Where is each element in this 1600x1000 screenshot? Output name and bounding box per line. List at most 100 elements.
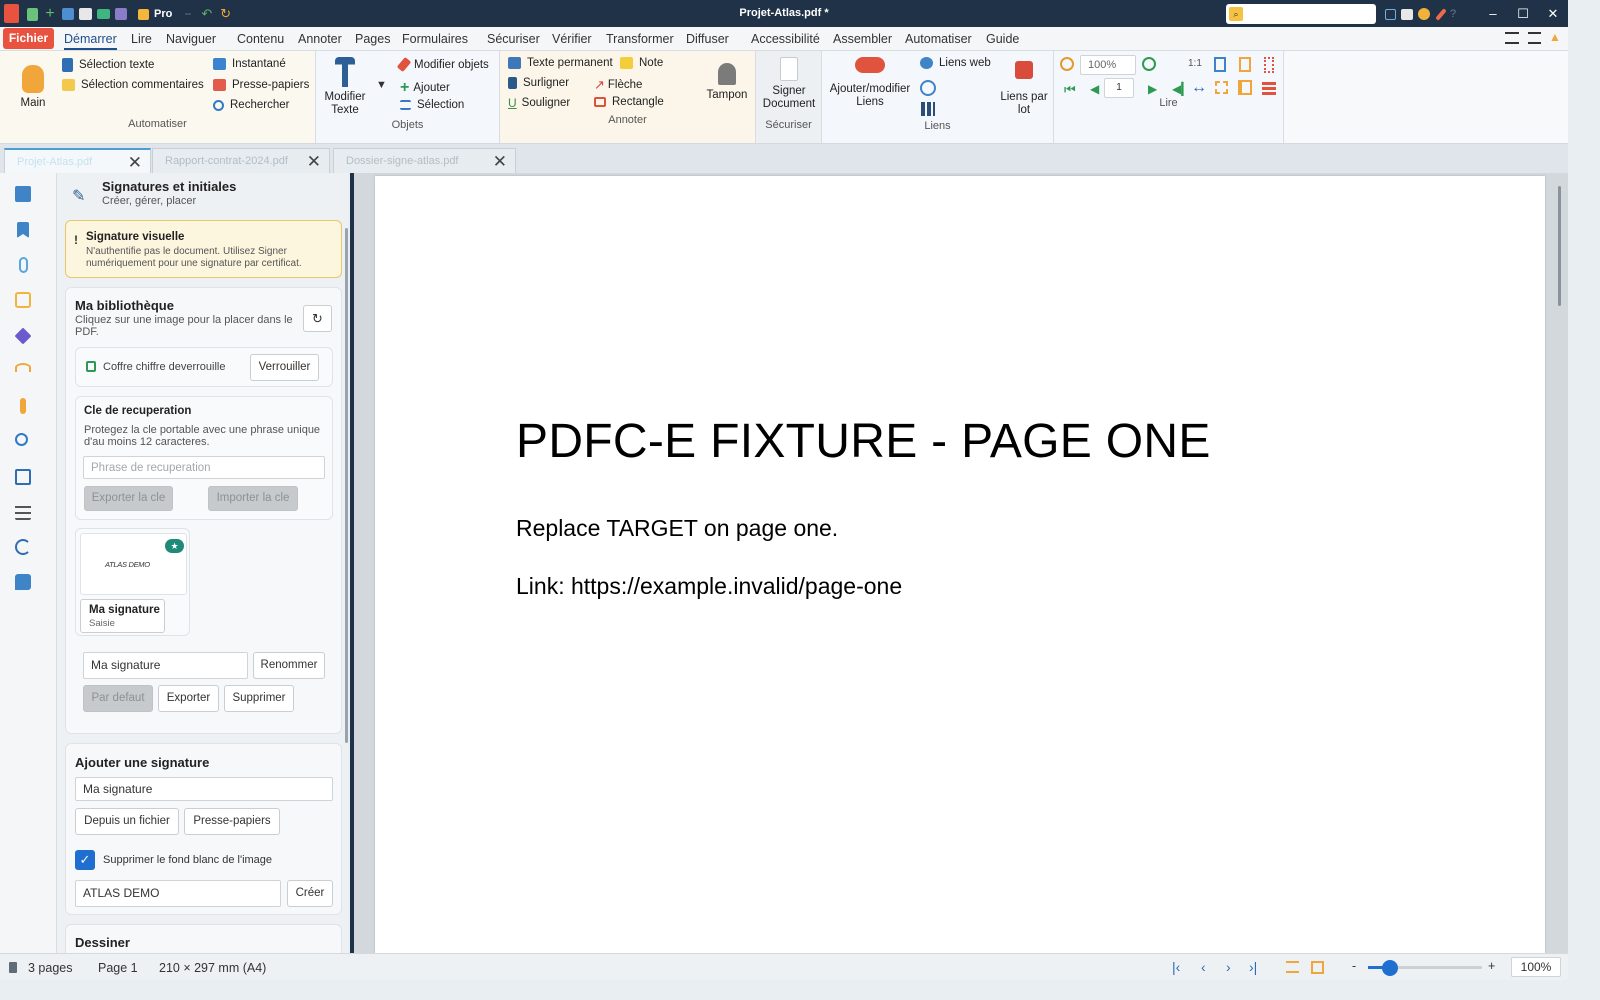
close-tab-icon[interactable]: ✕ xyxy=(493,150,507,174)
signature-name-input[interactable]: Ma signature xyxy=(75,777,333,801)
fit-width-status-icon[interactable] xyxy=(1286,961,1299,973)
history-icon[interactable] xyxy=(15,539,31,555)
signature-text-input[interactable]: ATLAS DEMO xyxy=(75,880,281,907)
liens-par-lot-button[interactable]: Liens par lot xyxy=(998,61,1050,117)
next-page-icon[interactable]: ▶ xyxy=(1148,82,1157,96)
souligner-button[interactable]: U Souligner xyxy=(508,96,570,110)
selection-button[interactable]: Sélection xyxy=(400,99,464,111)
attachments-icon[interactable] xyxy=(19,257,28,273)
menu-annoter[interactable]: Annoter xyxy=(298,32,342,46)
liens-web-button[interactable]: Liens web xyxy=(920,57,991,69)
actual-size-icon[interactable]: 1:1 xyxy=(1188,58,1202,69)
export-key-button[interactable]: Exporter la cle xyxy=(84,486,173,511)
help-icon[interactable]: ? xyxy=(1450,8,1456,20)
prev-page-icon[interactable]: ◀ xyxy=(1090,82,1099,96)
menu-naviguer[interactable]: Naviguer xyxy=(166,32,216,46)
menu-pages[interactable]: Pages xyxy=(355,32,390,46)
menu-guide[interactable]: Guide xyxy=(986,32,1019,46)
recovery-phrase-input[interactable]: Phrase de recuperation xyxy=(83,456,325,479)
layers-icon[interactable] xyxy=(14,327,32,345)
menu-securiser[interactable]: Sécuriser xyxy=(487,32,540,46)
status-last-page-icon[interactable]: ›| xyxy=(1249,959,1257,975)
thumbnails-panel-icon[interactable] xyxy=(15,186,31,202)
note-button[interactable]: Note xyxy=(620,57,663,69)
create-signature-button[interactable]: Créer xyxy=(287,880,333,907)
zoom-out-status-icon[interactable]: - xyxy=(1352,959,1356,973)
search-panel-icon[interactable] xyxy=(15,433,28,446)
last-page-icon[interactable]: ◀▎ xyxy=(1172,82,1190,96)
menu-accessibilite[interactable]: Accessibilité xyxy=(751,32,820,46)
pdf-page[interactable]: PDFC-E FIXTURE - PAGE ONE Replace TARGET… xyxy=(375,176,1545,953)
from-clipboard-button[interactable]: Presse-papiers xyxy=(184,808,280,835)
fullscreen-icon[interactable] xyxy=(1385,8,1396,20)
modifier-objets-button[interactable]: Modifier objets xyxy=(396,56,489,73)
minimize-icon[interactable]: – xyxy=(1485,6,1501,22)
refresh-button[interactable]: ↻ xyxy=(303,305,332,332)
ajouter-button[interactable]: + Ajouter xyxy=(400,79,450,97)
signature-thumbnail[interactable]: ATLAS DEMO ★ xyxy=(80,533,187,595)
fields-icon[interactable] xyxy=(15,469,31,485)
selection-commentaires-button[interactable]: Sélection commentaires xyxy=(62,79,204,91)
menu-formulaires[interactable]: Formulaires xyxy=(402,32,468,46)
collapse-ribbon-icon[interactable]: ▲ xyxy=(1549,30,1561,44)
zoom-slider-thumb[interactable] xyxy=(1382,960,1398,976)
rechercher-button[interactable]: Rechercher xyxy=(213,99,289,111)
list-view-icon[interactable] xyxy=(1528,32,1541,44)
surligner-button[interactable]: Surligner xyxy=(508,77,569,89)
rename-button[interactable]: Renommer xyxy=(253,652,325,679)
thumbnails-icon[interactable] xyxy=(1262,80,1276,95)
settings-sliders-icon[interactable] xyxy=(15,504,31,520)
tab-document-3[interactable]: Dossier-signe-atlas.pdf ✕ xyxy=(333,148,516,173)
zoom-input[interactable]: 100% xyxy=(1080,55,1136,75)
dropdown-arrow-icon[interactable]: ▼ xyxy=(376,79,387,91)
maximize-icon[interactable]: ☐ xyxy=(1515,6,1531,22)
zoom-in-status-icon[interactable]: + xyxy=(1488,959,1495,973)
two-page-icon[interactable] xyxy=(1238,80,1252,95)
remove-background-checkbox[interactable]: ✓ xyxy=(75,850,95,870)
bookmarks-icon[interactable] xyxy=(17,222,29,238)
web-globe-icon[interactable] xyxy=(920,80,936,96)
delete-signature-button[interactable]: Supprimer xyxy=(224,685,294,712)
page-width-icon[interactable] xyxy=(1239,57,1251,72)
menu-diffuser[interactable]: Diffuser xyxy=(686,32,729,46)
rename-input[interactable]: Ma signature xyxy=(83,652,248,679)
document-scrollbar[interactable] xyxy=(1558,186,1561,306)
zoom-slider[interactable] xyxy=(1368,960,1482,976)
tampon-button[interactable]: Tampon xyxy=(702,63,752,102)
comments-icon[interactable] xyxy=(15,292,31,308)
menu-contenu[interactable]: Contenu xyxy=(237,32,284,46)
menu-verifier[interactable]: Vérifier xyxy=(552,32,592,46)
export-signature-button[interactable]: Exporter xyxy=(158,685,219,712)
close-tab-icon[interactable]: ✕ xyxy=(128,151,142,175)
texte-permanent-button[interactable]: Texte permanent xyxy=(508,57,613,69)
menu-assembler[interactable]: Assembler xyxy=(833,32,892,46)
status-next-page-icon[interactable]: › xyxy=(1226,959,1231,975)
qr-code-icon[interactable] xyxy=(921,102,935,116)
accessibility-icon[interactable] xyxy=(20,398,26,414)
tab-document-2[interactable]: Rapport-contrat-2024.pdf ✕ xyxy=(152,148,330,173)
zoom-in-icon[interactable] xyxy=(1142,57,1156,71)
menu-transformer[interactable]: Transformer xyxy=(606,32,674,46)
theme-icon[interactable] xyxy=(1418,8,1430,20)
close-window-icon[interactable]: ✕ xyxy=(1545,6,1561,22)
set-default-button[interactable]: Par defaut xyxy=(83,685,153,712)
close-tab-icon[interactable]: ✕ xyxy=(307,150,321,174)
menu-automatiser[interactable]: Automatiser xyxy=(905,32,972,46)
ajouter-modifier-liens-button[interactable]: Ajouter/modifier Liens xyxy=(826,57,914,109)
lock-vault-button[interactable]: Verrouiller xyxy=(250,354,319,381)
layout-icon[interactable] xyxy=(1401,8,1413,20)
pen-icon[interactable] xyxy=(1435,7,1447,21)
continuous-icon[interactable] xyxy=(1264,57,1274,73)
fit-width-icon[interactable]: ↔ xyxy=(1191,79,1207,97)
panel-splitter[interactable] xyxy=(350,173,354,953)
fleche-button[interactable]: ↗ Flèche xyxy=(594,77,642,93)
search-input[interactable]: ⌕ xyxy=(1226,4,1376,24)
tab-document-1[interactable]: Projet-Atlas.pdf ✕ xyxy=(4,148,151,173)
page-number-input[interactable]: 1 xyxy=(1104,78,1134,98)
fit-page-status-icon[interactable] xyxy=(1311,961,1324,974)
instantane-button[interactable]: Instantané xyxy=(213,58,286,70)
menu-fichier[interactable]: Fichier xyxy=(3,28,54,49)
menu-demarrer[interactable]: Démarrer xyxy=(64,32,117,50)
page-link-line[interactable]: Link: https://example.invalid/page-one xyxy=(516,573,902,600)
selection-texte-button[interactable]: Sélection texte xyxy=(62,58,154,72)
